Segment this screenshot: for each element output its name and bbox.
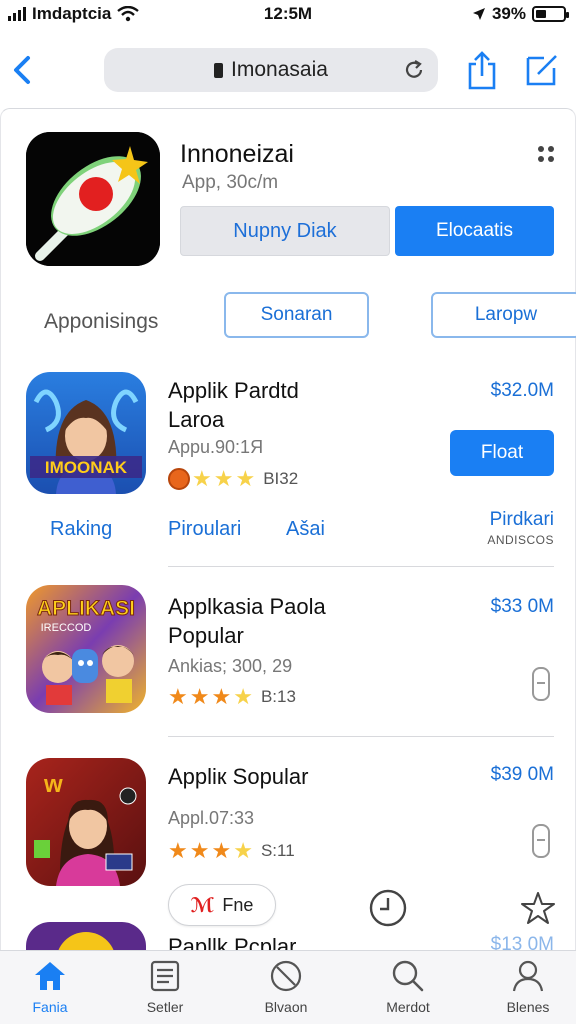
star-icon: ★ bbox=[233, 684, 253, 709]
primary-action-button[interactable]: Elocaatis bbox=[395, 206, 554, 256]
lock-icon[interactable] bbox=[532, 667, 550, 701]
side-link-label: Pirdkari bbox=[489, 509, 554, 530]
app-2-subtitle: Ankias; 300, 29 bbox=[168, 656, 293, 676]
tab-label: Fania bbox=[32, 999, 68, 1015]
side-link-sub: ANDISCOS bbox=[487, 533, 554, 547]
app-icon-2-subtext: IRECCOD bbox=[41, 622, 92, 634]
tab-blvaon[interactable]: Blvaon bbox=[246, 959, 326, 1015]
app-1-price: $32.0M bbox=[490, 380, 554, 401]
app-4-title: Papllk Pcplar bbox=[168, 934, 297, 952]
pill-button[interactable]: ℳ Fne bbox=[168, 884, 276, 926]
app-1-action-button[interactable]: Float bbox=[450, 430, 554, 476]
hero-subtitle: App, 30c/m bbox=[182, 172, 279, 193]
app-3-subtitle: Appl.07:33 bbox=[168, 808, 255, 828]
tab-label: Blvaon bbox=[264, 999, 308, 1015]
tab-fania[interactable]: Fania bbox=[10, 959, 90, 1015]
app-1-title: Applik Pardtd Laroa bbox=[168, 376, 299, 434]
reload-icon[interactable] bbox=[402, 58, 426, 82]
clock-icon[interactable] bbox=[368, 888, 408, 928]
divider bbox=[168, 736, 554, 737]
app-icon-2-text: APLIKASI bbox=[37, 597, 135, 620]
svg-text:w: w bbox=[43, 771, 63, 798]
search-icon bbox=[392, 960, 424, 992]
star-icon: ★ bbox=[192, 466, 212, 491]
status-bar: Imdaptcia 12:5M 39% bbox=[0, 0, 576, 30]
hero-title: Innoneizai bbox=[180, 140, 294, 168]
app-icon-3[interactable]: w bbox=[26, 758, 146, 886]
divider bbox=[168, 566, 554, 567]
more-options-icon[interactable] bbox=[538, 146, 554, 162]
link-ranking[interactable]: Raking bbox=[50, 518, 112, 541]
list-icon bbox=[150, 960, 180, 992]
tab-merdot[interactable]: Merdot bbox=[368, 959, 448, 1015]
filter-button-1[interactable]: Sonaran bbox=[224, 292, 369, 338]
star-icon: ★ bbox=[233, 838, 253, 863]
tab-blenes[interactable]: Blenes bbox=[488, 959, 568, 1015]
side-link[interactable]: Pirdkari ANDISCOS bbox=[487, 510, 554, 550]
star-icon: ★ bbox=[168, 838, 188, 863]
home-icon bbox=[35, 962, 65, 990]
app-2-rating: ★ ★ ★ ★ B:13 bbox=[168, 684, 296, 710]
app-1-title-line1: Applik Pardtd bbox=[168, 378, 299, 403]
link-populari[interactable]: Piroulari bbox=[168, 518, 241, 541]
link-asai[interactable]: Ašai bbox=[286, 518, 325, 541]
battery-percent: 39% bbox=[491, 4, 526, 23]
star-icon: ★ bbox=[211, 838, 232, 863]
app-2-rating-text: B:13 bbox=[260, 687, 296, 706]
app-1-rating: ★ ★ ★ BI32 bbox=[168, 466, 298, 492]
compose-icon[interactable] bbox=[524, 52, 560, 88]
star-icon: ★ bbox=[211, 684, 232, 709]
app-icon-1[interactable]: IMOONAK bbox=[26, 372, 146, 494]
section-label: Apponisings bbox=[44, 310, 159, 333]
app-2-price: $33 0M bbox=[490, 596, 554, 617]
tab-bar: Fania Setler Blvaon Merdot Blenes bbox=[0, 950, 576, 1024]
pill-button-label: Fne bbox=[222, 894, 254, 915]
app-2-title-line2: Popular bbox=[168, 623, 244, 648]
star-icon: ★ bbox=[213, 466, 234, 491]
battery-icon bbox=[532, 6, 569, 22]
app-2-title-line1: Applkasia Paola bbox=[168, 594, 326, 619]
star-icon: ★ bbox=[189, 838, 210, 863]
app-2-title: Applkasia Paola Popular bbox=[168, 592, 326, 650]
app-3-title: Appliк Sopular bbox=[168, 764, 309, 789]
lock-icon bbox=[214, 62, 224, 78]
lock-icon[interactable] bbox=[532, 824, 550, 858]
url-text: Imonasaia bbox=[231, 58, 328, 81]
app-1-title-line2: Laroa bbox=[168, 407, 225, 432]
tab-label: Merdot bbox=[386, 999, 430, 1015]
back-icon[interactable] bbox=[8, 48, 38, 92]
tab-setler[interactable]: Setler bbox=[125, 959, 205, 1015]
browser-nav-bar: Imonasaia bbox=[0, 38, 576, 102]
app-1-subtitle: Appu.90:1Я bbox=[168, 437, 264, 457]
pumpkin-icon bbox=[168, 468, 190, 490]
app-icon-2[interactable]: APLIKASI IRECCOD bbox=[26, 585, 146, 713]
star-icon: ★ bbox=[168, 684, 188, 709]
tab-label: Blenes bbox=[506, 999, 550, 1015]
star-outline-icon[interactable] bbox=[520, 890, 556, 926]
hero-app-icon[interactable] bbox=[26, 132, 160, 266]
share-icon[interactable] bbox=[466, 50, 498, 90]
star-icon: ★ bbox=[235, 466, 256, 491]
filter-button-2[interactable]: Laropw bbox=[431, 292, 576, 338]
app-1-rating-text: BI32 bbox=[263, 469, 299, 488]
app-3-price: $39 0M bbox=[490, 764, 554, 785]
person-icon bbox=[512, 960, 544, 992]
location-icon bbox=[472, 8, 485, 20]
battery-fill bbox=[536, 10, 547, 18]
brand-logo-icon: ℳ bbox=[190, 894, 215, 917]
app-3-rating: ★ ★ ★ ★ Ѕ:11 bbox=[168, 838, 295, 864]
app-icon-1-text: IMOONAK bbox=[45, 458, 128, 477]
secondary-action-button[interactable]: Nupny Diak bbox=[180, 206, 390, 256]
app-icon-4[interactable] bbox=[26, 922, 146, 952]
blocked-icon bbox=[270, 960, 302, 992]
app-3-rating-text: Ѕ:11 bbox=[260, 841, 295, 860]
tab-label: Setler bbox=[146, 999, 184, 1015]
address-bar[interactable]: Imonasaia bbox=[104, 48, 438, 92]
star-icon: ★ bbox=[189, 684, 210, 709]
